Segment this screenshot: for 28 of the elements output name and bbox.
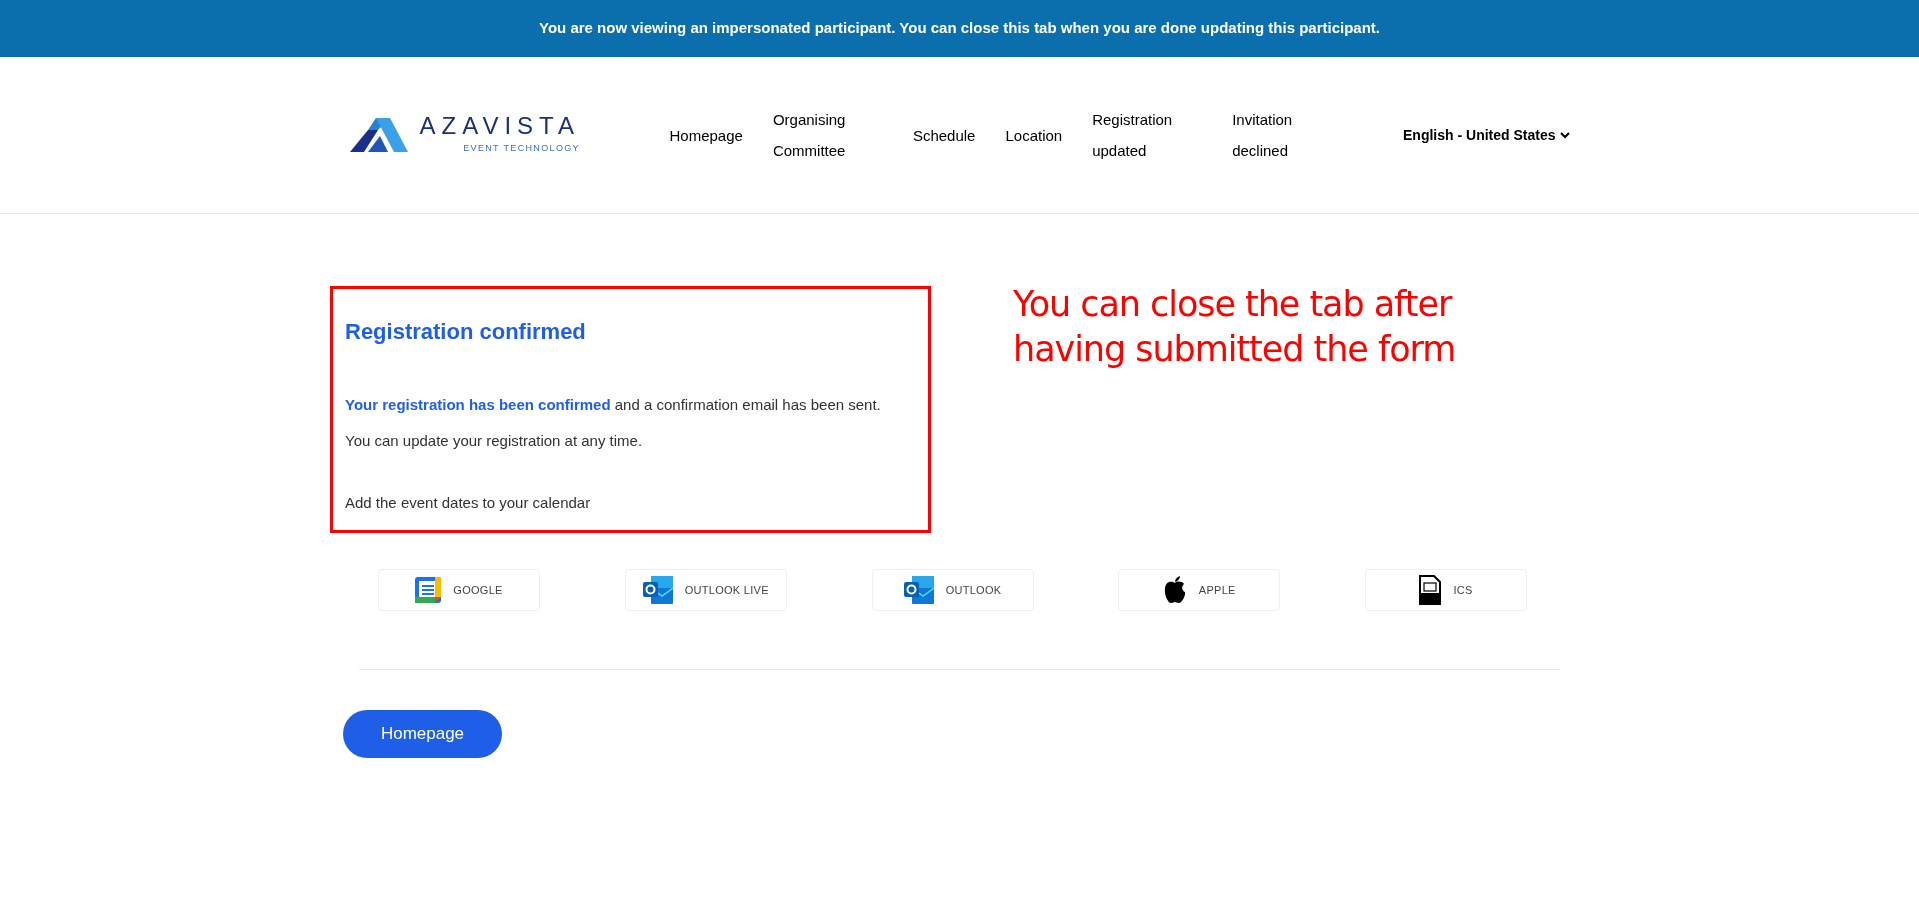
file-icon [1419, 575, 1442, 605]
mail-icon [642, 576, 673, 604]
language-selector[interactable]: English - United States [1403, 124, 1570, 146]
chevron-down-icon [1559, 131, 1570, 139]
nav-link[interactable]: Organising Committee [772, 104, 883, 166]
confirmation-title: Registration confirmed [345, 318, 587, 346]
add-to-calendar-button[interactable]: OUTLOOK [871, 569, 1034, 611]
update-note: You can update your registration at any time. [345, 430, 644, 451]
logo-mark-icon [349, 118, 408, 152]
logo-wordmark: AZAVISTA [419, 114, 580, 139]
nav-link[interactable]: Location [1005, 119, 1063, 151]
add-to-calendar-button[interactable]: ICS [1365, 569, 1527, 611]
annotation-text: You can close the tab after having submitted the form [1013, 283, 1457, 371]
nav-link[interactable]: Registration updated [1092, 104, 1203, 166]
homepage-button[interactable]: Homepage [343, 710, 502, 758]
banner-text: You are now viewing an impersonated participant. You can close this tab when you are done updating this participant. [539, 18, 1380, 39]
add-to-calendar-button[interactable]: GOOGLE [378, 569, 540, 611]
logo-tagline: EVENT TECHNOLOGY [463, 142, 580, 156]
confirmation-message: Your registration has been confirmed and a confirmation email has been sent. [345, 395, 882, 415]
add-to-calendar-button[interactable]: OUTLOOK LIVE [624, 569, 787, 611]
apple-icon [1162, 576, 1187, 604]
nav-link[interactable]: Invitation declined [1232, 104, 1343, 166]
nav-link[interactable]: Schedule [912, 119, 976, 151]
calendar-icon [415, 577, 442, 603]
nav-link[interactable]: Homepage [669, 119, 743, 151]
add-to-calendar-button[interactable]: APPLE [1118, 569, 1281, 611]
calendar-prompt: Add the event dates to your calendar [345, 493, 592, 513]
mail-icon [903, 576, 934, 604]
